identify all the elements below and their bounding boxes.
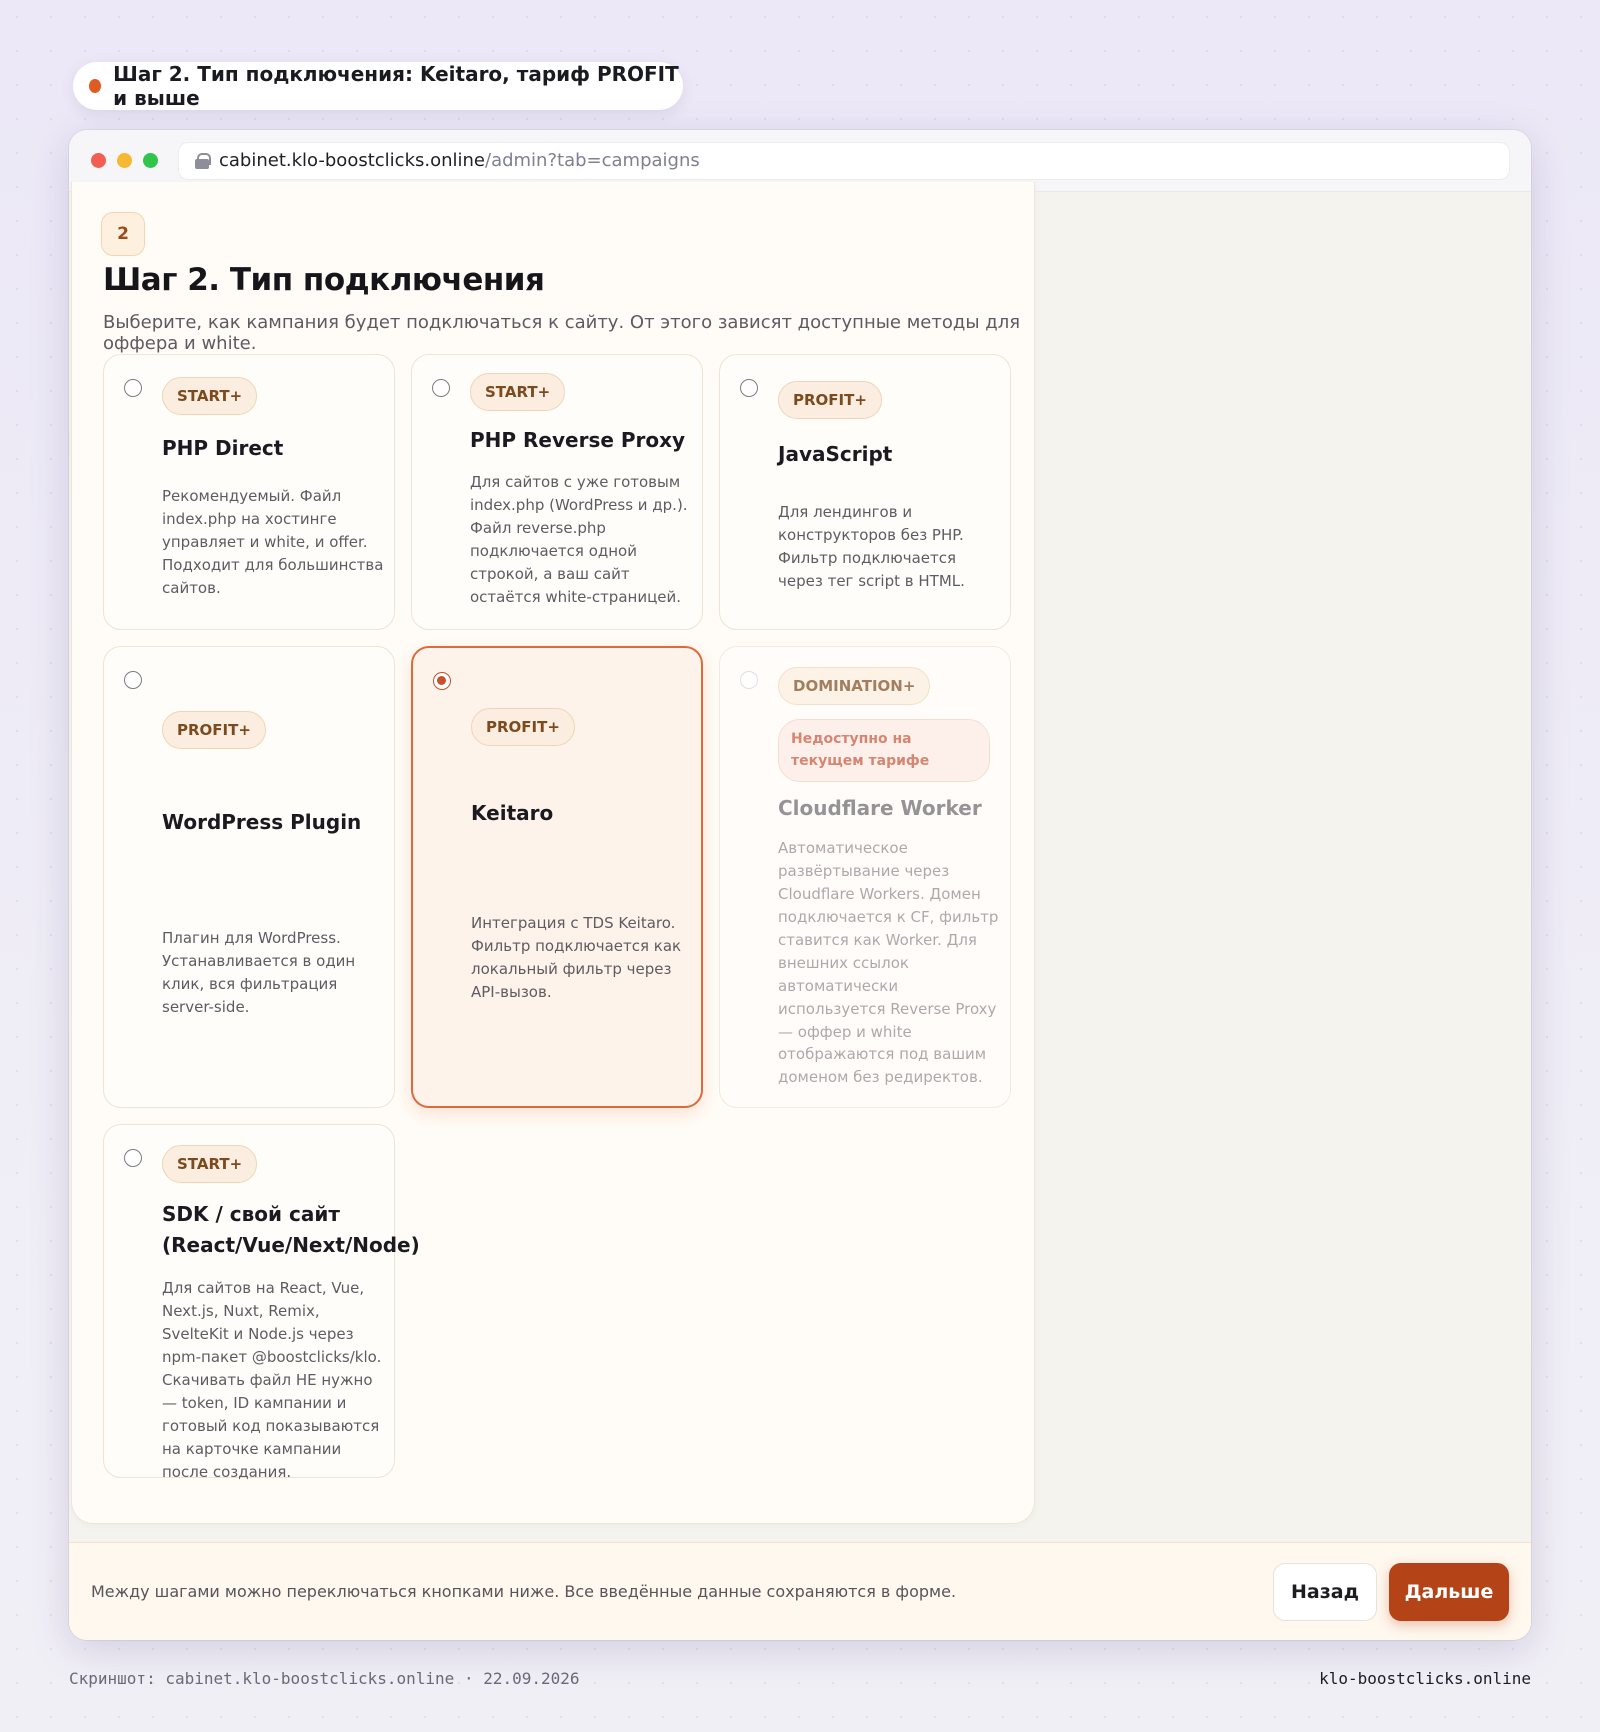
option-title: JavaScript	[778, 442, 893, 466]
step-number-badge: 2	[101, 212, 145, 256]
option-description: Для сайтов на React, Vue, Next.js, Nuxt,…	[162, 1279, 382, 1481]
option-description: Автоматическое развёртывание через Cloud…	[778, 839, 999, 1087]
unavailable-badge: Недоступно на текущем тарифе	[778, 719, 990, 783]
step-caption: Шаг 2. Тип подключения: Keitaro, тариф P…	[73, 62, 683, 110]
radio-button[interactable]	[740, 379, 758, 397]
option-javascript[interactable]: PROFIT+ JavaScript Для лендингов и конст…	[719, 354, 1011, 630]
url-host: cabinet.klo-boostclicks.online	[219, 150, 485, 171]
option-wordpress-plugin[interactable]: PROFIT+ WordPress Plugin Плагин для Word…	[103, 646, 395, 1108]
radio-button-selected[interactable]	[433, 672, 451, 690]
option-title: Cloudflare Worker	[778, 796, 982, 820]
radio-button[interactable]	[124, 671, 142, 689]
domain-label: klo-boostclicks.online	[1319, 1669, 1531, 1688]
lock-icon	[195, 152, 211, 169]
radio-button-disabled	[740, 671, 758, 689]
option-title: PHP Reverse Proxy	[470, 428, 686, 452]
tier-badge: START+	[470, 373, 566, 411]
url-path: /admin?tab=campaigns	[485, 150, 700, 171]
radio-button[interactable]	[432, 379, 450, 397]
option-php-reverse-proxy[interactable]: START+ PHP Reverse Proxy Для сайтов с уж…	[411, 354, 703, 630]
option-description: Интеграция с TDS Keitaro. Фильтр подключ…	[471, 914, 682, 1001]
next-button[interactable]: Дальше	[1389, 1562, 1509, 1621]
back-button[interactable]: Назад	[1273, 1562, 1377, 1621]
address-bar[interactable]: cabinet.klo-boostclicks.online/admin?tab…	[178, 141, 1510, 180]
footer-hint: Между шагами можно переключаться кнопкам…	[91, 1582, 957, 1601]
tier-badge: PROFIT+	[162, 711, 266, 749]
tier-badge: PROFIT+	[471, 708, 575, 746]
option-title: WordPress Plugin	[162, 810, 362, 834]
option-description: Для лендингов и конструкторов без PHP. Ф…	[778, 503, 965, 590]
tier-badge: PROFIT+	[778, 381, 882, 419]
radio-button[interactable]	[124, 379, 142, 397]
close-window-icon[interactable]	[91, 153, 106, 168]
screenshot-note: Скриншот: cabinet.klo-boostclicks.online…	[69, 1669, 580, 1688]
option-description: Для сайтов с уже готовым index.php (Word…	[470, 473, 688, 606]
minimize-window-icon[interactable]	[117, 153, 132, 168]
window-controls	[91, 153, 158, 168]
option-title: SDK / свой сайт (React/Vue/Next/Node)	[162, 1202, 420, 1257]
radio-button[interactable]	[124, 1149, 142, 1167]
step-title: Шаг 2. Тип подключения	[103, 262, 545, 298]
step-description: Выберите, как кампания будет подключатьс…	[103, 312, 1021, 354]
maximize-window-icon[interactable]	[143, 153, 158, 168]
option-title: PHP Direct	[162, 436, 284, 460]
caption-text: Шаг 2. Тип подключения: Keitaro, тариф P…	[113, 62, 679, 110]
browser-window: cabinet.klo-boostclicks.online/admin?tab…	[69, 130, 1531, 1640]
step-card: 2 Шаг 2. Тип подключения Выберите, как к…	[71, 182, 1035, 1524]
option-sdk[interactable]: START+ SDK / свой сайт (React/Vue/Next/N…	[103, 1124, 420, 1481]
tier-badge: DOMINATION+	[778, 667, 931, 705]
page-content: 2 Шаг 2. Тип подключения Выберите, как к…	[69, 182, 1531, 1640]
option-cloudflare-worker: DOMINATION+ Недоступно на текущем тарифе…	[719, 646, 1011, 1108]
wizard-footer: Между шагами можно переключаться кнопкам…	[69, 1542, 1531, 1640]
tier-badge: START+	[162, 377, 258, 415]
status-dot-icon	[89, 79, 102, 93]
option-php-direct[interactable]: START+ PHP Direct Рекомендуемый. Файл in…	[103, 354, 395, 630]
option-description: Рекомендуемый. Файл index.php на хостинг…	[162, 487, 384, 597]
tier-badge: START+	[162, 1145, 258, 1183]
option-description: Плагин для WordPress. Устанавливается в …	[162, 929, 356, 1016]
option-keitaro[interactable]: PROFIT+ Keitaro Интеграция с TDS Keitaro…	[411, 646, 703, 1108]
option-title: Keitaro	[471, 801, 554, 825]
